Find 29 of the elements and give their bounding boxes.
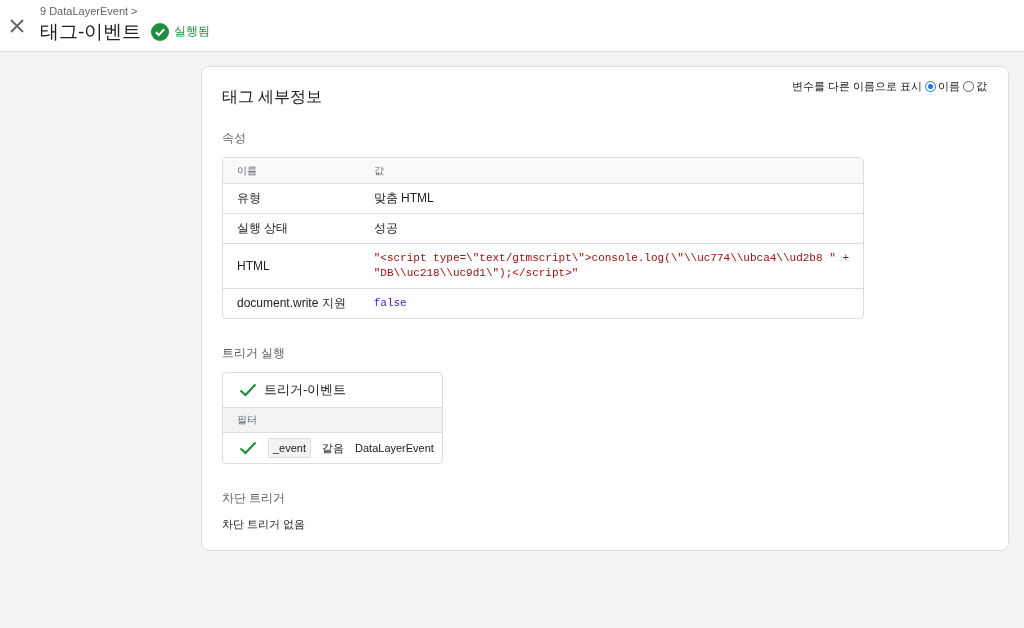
check-icon [239, 441, 257, 455]
filter-value: DataLayerEvent [355, 442, 434, 454]
status-text: 실행됨 [174, 23, 211, 40]
radio-label: 값 [976, 79, 987, 94]
check-circle-icon [151, 22, 170, 41]
variable-chip: _event [268, 438, 312, 458]
property-value: "<script type=\"text/gtmscript\">console.log(\"\\uc774\\ubca4\\ud2b8 " + "DB\\uc218\\uc9d1\");</script>" [359, 244, 863, 289]
property-name: document.write 지원 [236, 295, 347, 312]
breadcrumb: 9 DataLayerEvent > [40, 4, 139, 17]
toggle-label: 변수를 다른 이름으로 표시 [791, 79, 922, 94]
trigger-name: 트리거-이벤트 [264, 381, 347, 399]
property-name: 실행 상태 [223, 214, 360, 244]
section-heading: 트리거 실행 [222, 345, 287, 362]
filter-operator: 같음 [322, 440, 345, 456]
page-title: 태그-이벤트 [40, 19, 142, 44]
filter-heading: 필터 [223, 408, 442, 433]
property-value: false [372, 296, 408, 311]
section-heading: 차단 트리거 [222, 490, 287, 507]
column-header: 이름 [223, 158, 360, 184]
close-icon [10, 18, 24, 33]
radio-label: 이름 [938, 79, 960, 94]
column-header: 값 [359, 158, 863, 184]
property-value: 맞춤 HTML [359, 184, 863, 214]
property-name: 유형 [223, 184, 360, 214]
empty-message: 차단 트리거 없음 [222, 517, 307, 532]
check-icon [239, 383, 257, 397]
section-heading: 속성 [222, 130, 247, 147]
property-value: 성공 [359, 214, 863, 244]
property-name: HTML [223, 244, 360, 289]
